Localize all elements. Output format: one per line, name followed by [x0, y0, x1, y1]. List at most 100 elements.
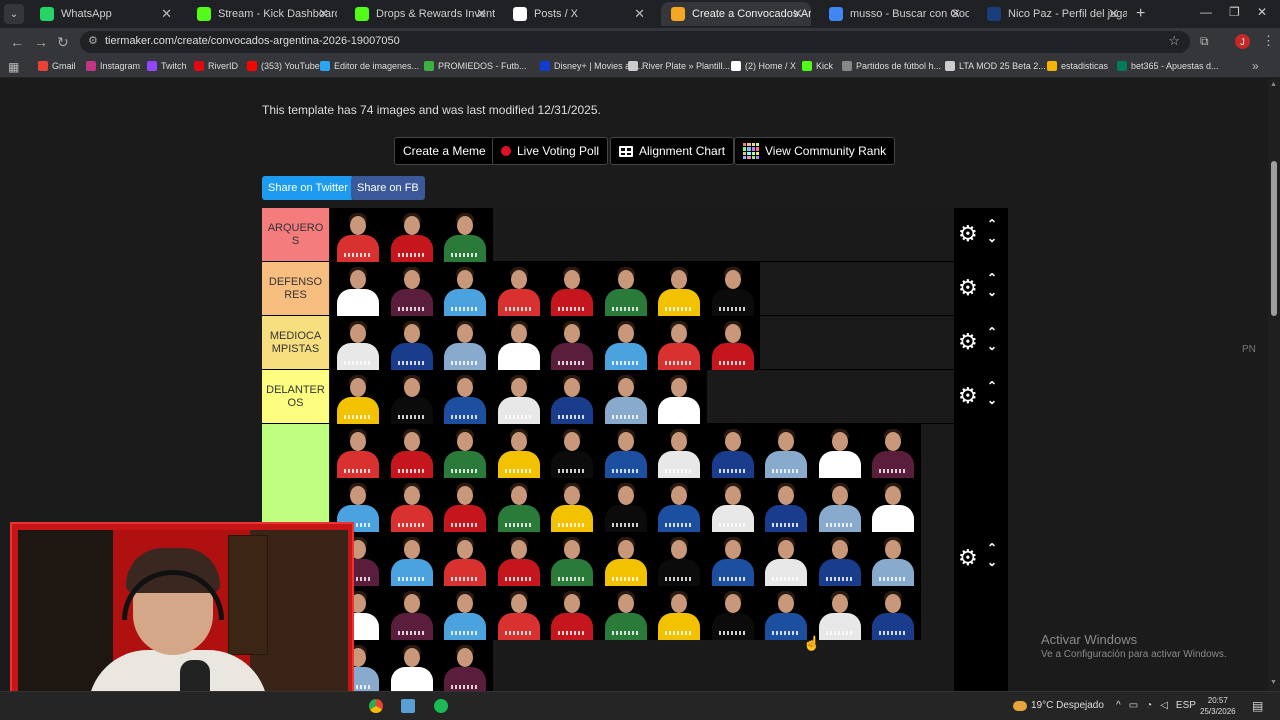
alignment-chart-button[interactable]: Alignment Chart	[610, 137, 735, 165]
player-card[interactable]	[438, 208, 492, 262]
profile-avatar[interactable]: J	[1235, 34, 1250, 49]
language-indicator[interactable]: ESP	[1176, 700, 1196, 711]
player-card[interactable]	[705, 478, 760, 532]
player-card[interactable]	[598, 262, 653, 316]
tier-label[interactable]: DELANTEROS	[262, 370, 329, 423]
player-card[interactable]	[491, 262, 546, 316]
player-card[interactable]	[759, 586, 813, 640]
player-card[interactable]	[545, 262, 599, 316]
player-card[interactable]	[384, 424, 439, 478]
tab-close-icon[interactable]: ✕	[950, 6, 961, 22]
player-card[interactable]	[705, 424, 760, 478]
reload-button[interactable]: ↻	[57, 34, 69, 51]
battery-icon[interactable]: ▭	[1129, 700, 1138, 711]
player-card[interactable]	[384, 208, 439, 262]
player-card[interactable]	[438, 262, 492, 316]
gear-icon[interactable]: ⚙	[958, 275, 978, 301]
player-card[interactable]	[705, 532, 760, 586]
player-card[interactable]	[384, 316, 439, 370]
weather-widget[interactable]: 19°C Despejado	[1013, 700, 1104, 711]
player-card[interactable]	[438, 424, 492, 478]
player-card[interactable]	[545, 586, 599, 640]
player-card[interactable]	[812, 424, 867, 478]
player-card[interactable]	[705, 586, 760, 640]
maximize-button[interactable]: ❐	[1229, 5, 1240, 19]
player-card[interactable]	[812, 532, 867, 586]
tab-close-icon[interactable]: ✕	[318, 6, 329, 22]
network-icon[interactable]: ◔	[1146, 700, 1152, 711]
player-card[interactable]	[652, 316, 706, 370]
player-card[interactable]	[598, 478, 653, 532]
move-down-icon[interactable]: ⌄	[987, 339, 997, 353]
bookmark-item[interactable]: LTA MOD 25 Beta 2...	[945, 61, 1046, 71]
browser-tab[interactable]: WhatsApp ✕	[30, 2, 180, 26]
move-up-icon[interactable]: ⌃	[987, 271, 997, 285]
player-card[interactable]	[331, 424, 385, 478]
bookmark-item[interactable]: Partidos de fútbol h...	[842, 61, 941, 71]
player-card[interactable]	[545, 478, 599, 532]
create-meme-button[interactable]: Create a Meme	[394, 137, 495, 165]
tray-chevron-icon[interactable]: ^	[1116, 700, 1121, 711]
player-card[interactable]	[438, 478, 492, 532]
player-card[interactable]	[866, 532, 920, 586]
volume-icon[interactable]: ◁	[1160, 700, 1168, 711]
tab-close-icon[interactable]: ✕	[792, 6, 803, 22]
minimize-button[interactable]: —	[1200, 5, 1212, 19]
player-card[interactable]	[598, 316, 653, 370]
player-card[interactable]	[598, 370, 653, 424]
player-card[interactable]	[652, 532, 706, 586]
site-info-icon[interactable]: ⚙	[88, 34, 98, 47]
player-card[interactable]	[491, 478, 546, 532]
forward-button[interactable]: →	[34, 34, 48, 50]
back-button[interactable]: ←	[10, 34, 24, 50]
notification-icon[interactable]: ▤	[1252, 699, 1263, 713]
bookmark-item[interactable]: (2) Home / X	[731, 61, 796, 71]
browser-tab[interactable]: Stream - Kick Dashboard ✕	[187, 2, 337, 26]
move-up-icon[interactable]: ⌃	[987, 379, 997, 393]
share-fb-button[interactable]: Share on FB	[351, 176, 425, 200]
browser-tab[interactable]: Create a Convocados Argentin✕	[661, 2, 811, 26]
url-text[interactable]: tiermaker.com/create/convocados-argentin…	[105, 35, 400, 47]
player-card[interactable]	[652, 586, 706, 640]
spotify-taskbar-icon[interactable]	[434, 699, 448, 713]
player-card[interactable]	[331, 316, 385, 370]
tab-close-icon[interactable]: ✕	[476, 6, 487, 22]
scroll-thumb[interactable]	[1271, 161, 1277, 316]
move-up-icon[interactable]: ⌃	[987, 217, 997, 231]
tab-search-button[interactable]: ⌄	[4, 4, 24, 24]
player-card[interactable]	[812, 586, 867, 640]
live-voting-poll-button[interactable]: Live Voting Poll	[492, 137, 609, 165]
move-down-icon[interactable]: ⌄	[987, 393, 997, 407]
tier-label[interactable]: DEFENSORES	[262, 262, 329, 315]
browser-tab[interactable]: musso - Buscar con Google✕	[819, 2, 969, 26]
bookmark-item[interactable]: RiverID	[194, 61, 238, 71]
bookmark-item[interactable]: Twitch	[147, 61, 187, 71]
bookmark-item[interactable]: Editor de imagenes...	[320, 61, 419, 71]
player-card[interactable]	[598, 532, 653, 586]
browser-tab[interactable]: Posts / X ✕	[503, 2, 653, 26]
player-card[interactable]	[384, 640, 439, 691]
bookmarks-overflow-icon[interactable]: »	[1252, 59, 1259, 73]
player-card[interactable]	[491, 532, 546, 586]
player-card[interactable]	[545, 370, 599, 424]
browser-tab[interactable]: Nico Paz - Perfil del jugador 25✕	[977, 2, 1127, 26]
player-card[interactable]	[491, 370, 546, 424]
player-card[interactable]	[759, 532, 813, 586]
apps-grid-icon[interactable]: ▦	[8, 60, 19, 74]
share-twitter-button[interactable]: Share on Twitter	[262, 176, 354, 200]
new-tab-button[interactable]: +	[1136, 5, 1145, 23]
close-window-button[interactable]: ✕	[1257, 5, 1267, 19]
player-card[interactable]	[491, 424, 546, 478]
player-card[interactable]	[438, 316, 492, 370]
bookmark-item[interactable]: Kick	[802, 61, 833, 71]
move-up-icon[interactable]: ⌃	[987, 541, 997, 555]
bookmark-item[interactable]: River Plate » Plantill...	[628, 61, 730, 71]
player-card[interactable]	[652, 262, 706, 316]
player-card[interactable]	[866, 586, 920, 640]
player-card[interactable]	[759, 478, 813, 532]
player-card[interactable]	[438, 586, 492, 640]
gear-icon[interactable]: ⚙	[958, 221, 978, 247]
bookmark-star-icon[interactable]: ☆	[1168, 33, 1180, 49]
omnibox[interactable]: ⚙ tiermaker.com/create/convocados-argent…	[80, 31, 1190, 53]
tier-label[interactable]: ARQUEROS	[262, 208, 329, 261]
